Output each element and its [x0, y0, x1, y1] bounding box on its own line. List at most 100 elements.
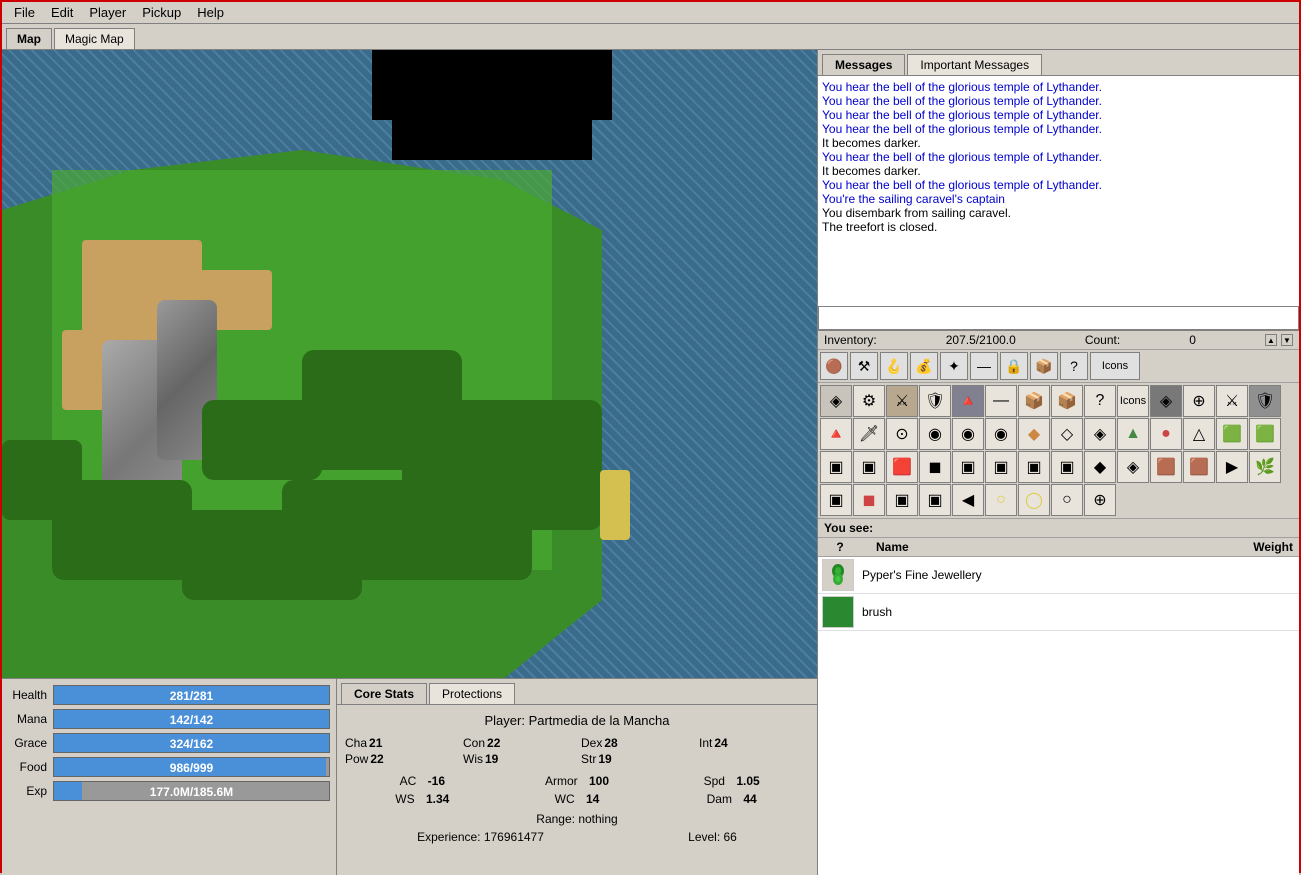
count-value: 0 — [1189, 333, 1196, 347]
inv-item-21[interactable]: ◇ — [1051, 418, 1083, 450]
ground-see-label: You see: — [824, 521, 873, 535]
inv-item-1[interactable]: ⚙ — [853, 385, 885, 417]
inv-item-20[interactable]: ◆ — [1018, 418, 1050, 450]
inv-item-42[interactable]: ▣ — [820, 484, 852, 516]
inv-item-15[interactable]: 🗡 — [853, 418, 885, 450]
inv-btn-all[interactable]: 🟤 — [820, 352, 848, 380]
ground-item-1[interactable]: brush — [818, 594, 1299, 631]
menu-player[interactable]: Player — [81, 3, 134, 22]
menu-help[interactable]: Help — [189, 3, 232, 22]
messages-section: Messages Important Messages You hear the… — [818, 50, 1299, 331]
inv-item-9[interactable]: Icons — [1117, 385, 1149, 417]
inv-item-30[interactable]: 🟥 — [886, 451, 918, 483]
inv-item-32[interactable]: ▣ — [952, 451, 984, 483]
inv-item-24[interactable]: ● — [1150, 418, 1182, 450]
inv-btn-misc[interactable]: 🪝 — [880, 352, 908, 380]
health-label: Health — [8, 688, 53, 702]
inv-item-3[interactable]: 🛡 — [919, 385, 951, 417]
inv-item-48[interactable]: ◯ — [1018, 484, 1050, 516]
inv-item-50[interactable]: ⊕ — [1084, 484, 1116, 516]
inv-item-14[interactable]: 🔺 — [820, 418, 852, 450]
experience-value: Experience: 176961477 — [417, 830, 544, 844]
attr-dex: Dex 28 — [581, 736, 691, 750]
inv-item-22[interactable]: ◈ — [1084, 418, 1116, 450]
inv-item-27[interactable]: 🟩 — [1249, 418, 1281, 450]
inv-item-10[interactable]: ◈ — [1150, 385, 1182, 417]
inv-item-11[interactable]: ⊕ — [1183, 385, 1215, 417]
inv-item-23[interactable]: ▲ — [1117, 418, 1149, 450]
combat-stats-grid: AC -16 Armor 100 Spd 1.05 WS 1.34 WC 14 — [345, 774, 809, 806]
inv-item-47[interactable]: ○ — [985, 484, 1017, 516]
inv-item-45[interactable]: ▣ — [919, 484, 951, 516]
inv-btn-container[interactable]: 📦 — [1030, 352, 1058, 380]
menu-edit[interactable]: Edit — [43, 3, 81, 22]
inv-item-18[interactable]: ◉ — [952, 418, 984, 450]
tab-magic-map[interactable]: Magic Map — [54, 28, 135, 49]
inv-item-26[interactable]: 🟩 — [1216, 418, 1248, 450]
inventory-grid: ◈ ⚙ ⚔ 🛡 🔺 — 📦 📦 ? Icons ◈ ⊕ ⚔ 🛡 🔺 🗡 ⊙ ◉ — [818, 383, 1299, 519]
inv-btn-magic[interactable]: ✦ — [940, 352, 968, 380]
ground-item-0[interactable]: Pyper's Fine Jewellery — [818, 557, 1299, 594]
inv-item-13[interactable]: 🛡 — [1249, 385, 1281, 417]
combat-ac: AC -16 — [345, 774, 500, 788]
menu-pickup[interactable]: Pickup — [134, 3, 189, 22]
inv-item-36[interactable]: ◆ — [1084, 451, 1116, 483]
exp-value: 177.0M/185.6M — [54, 782, 329, 802]
tab-important-messages[interactable]: Important Messages — [907, 54, 1042, 75]
count-label: Count: — [1085, 333, 1120, 347]
inv-item-6[interactable]: 📦 — [1018, 385, 1050, 417]
inv-item-33[interactable]: ▣ — [985, 451, 1017, 483]
ground-items[interactable]: Pyper's Fine Jewellery brush — [818, 557, 1299, 875]
inv-btn-icons[interactable]: Icons — [1090, 352, 1140, 380]
inv-item-43[interactable]: ◼ — [853, 484, 885, 516]
count-up[interactable]: ▲ — [1265, 334, 1277, 346]
stats-panel: Health 281/281 Mana 142/142 Grac — [2, 678, 817, 875]
inv-item-16[interactable]: ⊙ — [886, 418, 918, 450]
inv-item-28[interactable]: ▣ — [820, 451, 852, 483]
attributes-grid: Cha 21 Con 22 Dex 28 Int 24 Pow 22 — [345, 736, 809, 766]
inv-btn-inactive[interactable]: — — [970, 352, 998, 380]
inv-item-40[interactable]: ▶ — [1216, 451, 1248, 483]
inv-item-49[interactable]: ○ — [1051, 484, 1083, 516]
tab-messages[interactable]: Messages — [822, 54, 905, 75]
inv-item-35[interactable]: ▣ — [1051, 451, 1083, 483]
inv-item-41[interactable]: 🌿 — [1249, 451, 1281, 483]
inv-item-44[interactable]: ▣ — [886, 484, 918, 516]
inv-item-17[interactable]: ◉ — [919, 418, 951, 450]
inv-item-4[interactable]: 🔺 — [952, 385, 984, 417]
left-panel: Health 281/281 Mana 142/142 Grac — [2, 50, 817, 875]
inv-item-31[interactable]: ◼ — [919, 451, 951, 483]
inv-btn-gold[interactable]: 💰 — [910, 352, 938, 380]
exp-level-row: Experience: 176961477 Level: 66 — [345, 830, 809, 844]
inv-item-2[interactable]: ⚔ — [886, 385, 918, 417]
inv-item-19[interactable]: ◉ — [985, 418, 1017, 450]
inv-item-25[interactable]: △ — [1183, 418, 1215, 450]
attr-wis: Wis 19 — [463, 752, 573, 766]
count-down[interactable]: ▼ — [1281, 334, 1293, 346]
messages-content[interactable]: You hear the bell of the glorious temple… — [818, 76, 1299, 306]
game-map[interactable] — [2, 50, 817, 678]
inv-item-29[interactable]: ▣ — [853, 451, 885, 483]
inventory-label: Inventory: — [824, 333, 877, 347]
inv-item-37[interactable]: ◈ — [1117, 451, 1149, 483]
menu-file[interactable]: File — [6, 3, 43, 22]
attr-pow: Pow 22 — [345, 752, 455, 766]
inv-btn-unknown[interactable]: ? — [1060, 352, 1088, 380]
inv-item-5[interactable]: — — [985, 385, 1017, 417]
inv-item-39[interactable]: 🟫 — [1183, 451, 1215, 483]
inv-item-0[interactable]: ◈ — [820, 385, 852, 417]
combat-dam: Dam 44 — [654, 792, 809, 806]
message-input[interactable] — [818, 306, 1299, 330]
inv-item-38[interactable]: 🟫 — [1150, 451, 1182, 483]
inv-item-7[interactable]: 📦 — [1051, 385, 1083, 417]
inv-btn-weapons[interactable]: ⚒ — [850, 352, 878, 380]
mana-value: 142/142 — [54, 710, 329, 730]
inv-item-12[interactable]: ⚔ — [1216, 385, 1248, 417]
tab-map[interactable]: Map — [6, 28, 52, 49]
tab-protections[interactable]: Protections — [429, 683, 515, 704]
inv-item-8[interactable]: ? — [1084, 385, 1116, 417]
inv-item-46[interactable]: ◀ — [952, 484, 984, 516]
inv-item-34[interactable]: ▣ — [1018, 451, 1050, 483]
inv-btn-locked[interactable]: 🔒 — [1000, 352, 1028, 380]
tab-core-stats[interactable]: Core Stats — [341, 683, 427, 704]
